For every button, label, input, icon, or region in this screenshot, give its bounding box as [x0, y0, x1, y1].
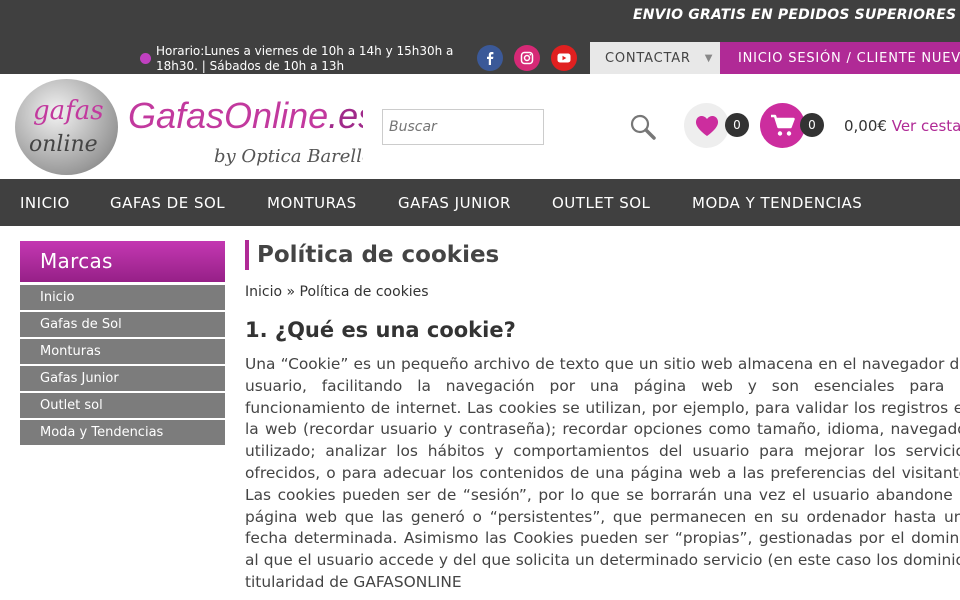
cart-count-badge: 0 — [800, 113, 824, 137]
main-navigation: INICIO GAFAS DE SOL MONTURAS GAFAS JUNIO… — [0, 179, 960, 226]
breadcrumb: Inicio » Política de cookies — [245, 284, 960, 300]
sidebar-item-gafas-junior[interactable]: Gafas Junior — [20, 366, 225, 391]
free-shipping-banner: ENVIO GRATIS EN PEDIDOS SUPERIORES A 4 — [633, 7, 960, 23]
instagram-icon[interactable] — [514, 45, 540, 71]
logo-wordmark[interactable]: GafasOnline.es by Optica Barelles — [128, 94, 382, 178]
breadcrumb-separator: » — [282, 284, 300, 300]
main-content: Política de cookies Inicio » Política de… — [245, 240, 960, 594]
sidebar-item-gafas-de-sol[interactable]: Gafas de Sol — [20, 312, 225, 337]
sidebar-item-outlet-sol[interactable]: Outlet sol — [20, 393, 225, 418]
logo-circle-bottom-text: online — [29, 132, 98, 157]
wishlist-count-badge: 0 — [725, 113, 749, 137]
brands-sidebar: Marcas Inicio Gafas de Sol Monturas Gafa… — [20, 241, 225, 445]
site-header: gafas online GafasOnline.es by Optica Ba… — [0, 74, 960, 179]
page-title: Política de cookies — [245, 240, 960, 270]
opening-hours-text: Horario:Lunes a viernes de 10h a 14h y 1… — [156, 44, 454, 73]
search-icon[interactable] — [628, 112, 658, 146]
cart-total-amount: 0,00€ — [844, 117, 887, 135]
youtube-icon[interactable] — [551, 45, 577, 71]
cookie-definition-paragraph: Una “Cookie” es un pequeño archivo de te… — [245, 355, 960, 591]
login-register-button[interactable]: INICIO SESIÓN / CLIENTE NUEVO — [720, 42, 960, 74]
opening-hours: Horario:Lunes a viernes de 10h a 14h y 1… — [140, 44, 470, 74]
top-bar: ENVIO GRATIS EN PEDIDOS SUPERIORES A 4 H… — [0, 0, 960, 74]
logo-emblem[interactable]: gafas online — [15, 79, 118, 175]
clock-icon — [140, 53, 151, 64]
chevron-down-icon: ▼ — [704, 52, 714, 64]
sidebar-item-inicio[interactable]: Inicio — [20, 285, 225, 310]
logo-tagline-text: by Optica Barelles — [214, 146, 363, 167]
logo-circle-top-text: gafas — [33, 96, 104, 126]
login-label: INICIO SESIÓN / CLIENTE NUEVO — [738, 50, 960, 66]
cart-button[interactable] — [760, 103, 805, 148]
heart-icon — [695, 115, 718, 136]
facebook-icon[interactable] — [477, 45, 503, 71]
breadcrumb-home-link[interactable]: Inicio — [245, 284, 282, 300]
logo-wordmark-text: GafasOnline — [128, 95, 328, 136]
sidebar-item-moda-y-tendencias[interactable]: Moda y Tendencias — [20, 420, 225, 445]
shopping-cart-icon — [770, 114, 795, 136]
cart-summary: 0,00€ Ver cesta — [844, 117, 960, 135]
section-title: 1. ¿Qué es una cookie? — [245, 318, 516, 342]
nav-item-inicio[interactable]: INICIO — [20, 194, 70, 212]
nav-item-moda-y-tendencias[interactable]: MODA Y TENDENCIAS — [692, 194, 862, 212]
search-input[interactable] — [382, 109, 544, 145]
contact-button[interactable]: CONTACTAR ▼ — [590, 42, 720, 74]
svg-text:GafasOnline.es: GafasOnline.es — [128, 95, 363, 136]
sidebar-item-monturas[interactable]: Monturas — [20, 339, 225, 364]
contact-label: CONTACTAR — [605, 50, 691, 66]
view-cart-link[interactable]: Ver cesta — [892, 117, 960, 135]
nav-item-gafas-de-sol[interactable]: GAFAS DE SOL — [110, 194, 225, 212]
wishlist-button[interactable] — [684, 103, 729, 148]
nav-item-gafas-junior[interactable]: GAFAS JUNIOR — [398, 194, 511, 212]
breadcrumb-current: Política de cookies — [299, 284, 429, 300]
logo-tld-text: .es — [328, 95, 363, 136]
nav-item-monturas[interactable]: MONTURAS — [267, 194, 357, 212]
sidebar-title: Marcas — [20, 241, 225, 282]
nav-item-outlet-sol[interactable]: OUTLET SOL — [552, 194, 650, 212]
